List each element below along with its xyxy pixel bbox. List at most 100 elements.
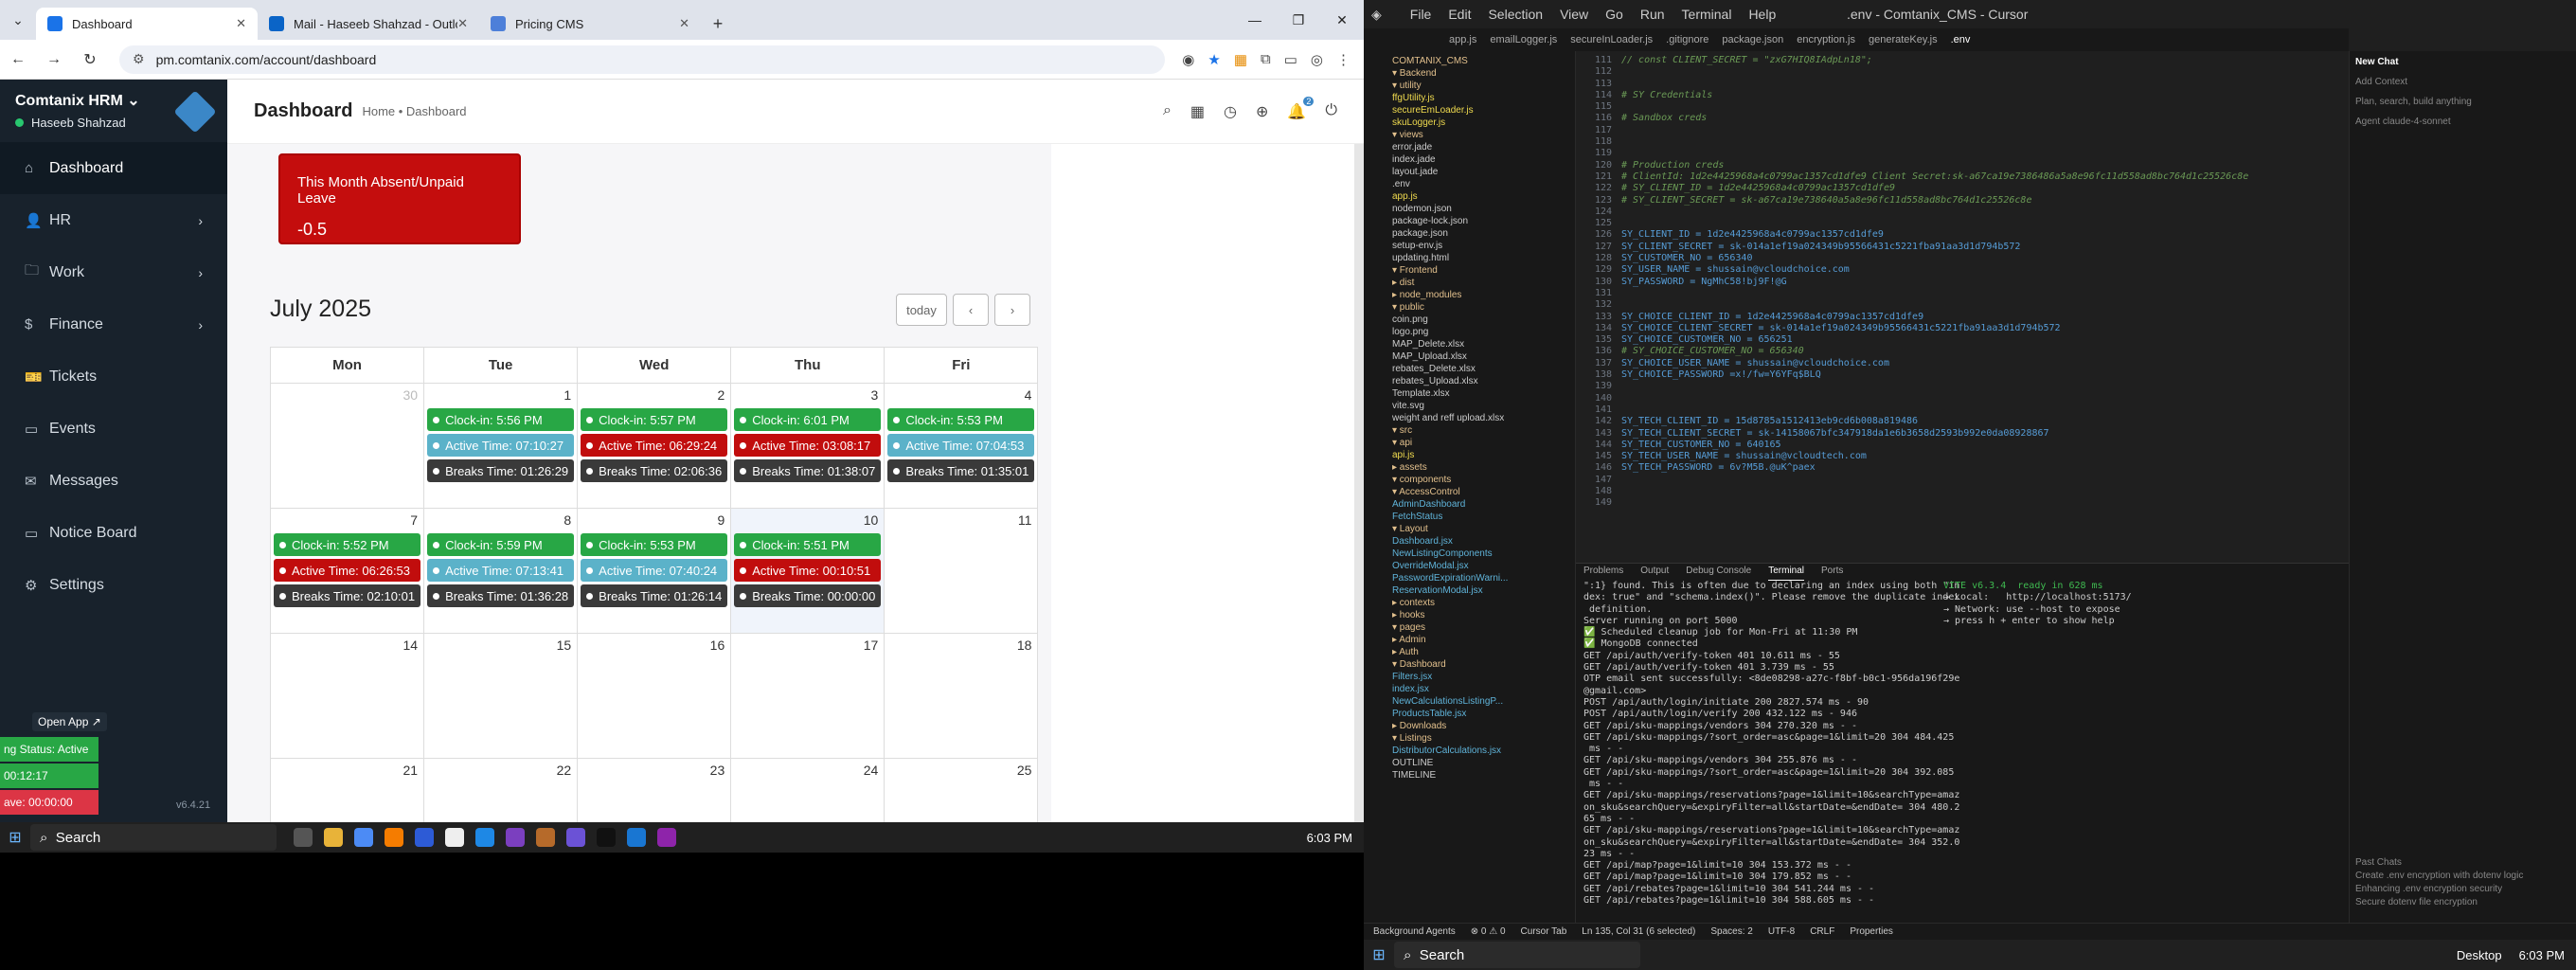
explorer-item[interactable]: FetchStatus: [1392, 511, 1569, 523]
sidebar-item-tickets[interactable]: 🎫 Tickets: [0, 350, 227, 403]
new-tab-button[interactable]: +: [701, 8, 735, 40]
explorer-item[interactable]: app.js: [1392, 190, 1569, 203]
menu-icon[interactable]: ⋮: [1336, 51, 1351, 68]
sidebar-item-notice-board[interactable]: ▭ Notice Board: [0, 507, 227, 559]
explorer-item[interactable]: logo.png: [1392, 326, 1569, 338]
status-item[interactable]: Cursor Tab: [1521, 926, 1567, 937]
explorer-item[interactable]: OUTLINE: [1392, 757, 1569, 769]
explorer-item[interactable]: weight and reff upload.xlsx: [1392, 412, 1569, 424]
teams-icon[interactable]: [566, 828, 585, 847]
explorer-item[interactable]: TIMELINE: [1392, 769, 1569, 781]
calendar-day[interactable]: 10 Clock-in: 5:51 PM Active Time: 00:10:51…: [730, 508, 886, 634]
grid-icon[interactable]: ▦: [1190, 102, 1205, 121]
status-item[interactable]: Ln 135, Col 31 (6 selected): [1582, 926, 1695, 937]
status-item[interactable]: ⊗ 0 ⚠ 0: [1471, 926, 1506, 937]
taskbar-clock[interactable]: 6:03 PM: [2519, 948, 2565, 962]
browser-tab[interactable]: Pricing CMS ✕: [479, 8, 701, 40]
prev-month-button[interactable]: ‹: [953, 294, 989, 326]
explorer-item[interactable]: ▾ Listings: [1392, 732, 1569, 745]
explorer-item[interactable]: OverrideModal.jsx: [1392, 560, 1569, 572]
code-editor[interactable]: 111// const CLIENT_SECRET = "zxG7HIQ8IAd…: [1576, 51, 2349, 563]
calendar-event[interactable]: Active Time: 06:29:24: [581, 434, 728, 457]
status-item[interactable]: Spaces: 2: [1710, 926, 1752, 937]
status-item[interactable]: Properties: [1850, 926, 1893, 937]
explorer-item[interactable]: MAP_Delete.xlsx: [1392, 338, 1569, 350]
vscode-icon[interactable]: [475, 828, 494, 847]
calendar-day[interactable]: 18: [884, 633, 1039, 759]
explorer-item[interactable]: vite.svg: [1392, 400, 1569, 412]
explorer-item[interactable]: ▾ views: [1392, 129, 1569, 141]
explorer-item[interactable]: ▾ src: [1392, 424, 1569, 437]
explorer-item[interactable]: package-lock.json: [1392, 215, 1569, 227]
calendar-day[interactable]: 21: [269, 758, 425, 822]
past-chat-item[interactable]: Create .env encryption with dotenv logic: [2355, 870, 2523, 883]
explorer-item[interactable]: ▸ node_modules: [1392, 289, 1569, 301]
terminal-backend[interactable]: ":1} found. This is often due to declari…: [1583, 581, 1959, 907]
status-item[interactable]: CRLF: [1810, 926, 1834, 937]
sidebar-item-settings[interactable]: ⚙ Settings: [0, 559, 227, 611]
calendar-event[interactable]: Breaks Time: 01:26:29: [427, 459, 575, 482]
chat-input[interactable]: Plan, search, build anything: [2355, 97, 2570, 107]
calendar-day[interactable]: 3 Clock-in: 6:01 PM Active Time: 03:08:17 B…: [730, 383, 886, 509]
calendar-event[interactable]: Clock-in: 5:51 PM: [734, 533, 882, 556]
menu-item[interactable]: File: [1410, 7, 1432, 22]
editor-tab[interactable]: encryption.js: [1797, 34, 1855, 45]
task-view-icon[interactable]: [294, 828, 313, 847]
explorer-item[interactable]: COMTANIX_CMS: [1392, 55, 1569, 67]
explorer-item[interactable]: rebates_Delete.xlsx: [1392, 363, 1569, 375]
chevron-down-icon[interactable]: ⌄: [127, 93, 139, 109]
explorer-item[interactable]: ▸ assets: [1392, 461, 1569, 474]
search-icon[interactable]: ⌕: [1163, 102, 1172, 121]
explorer-item[interactable]: ReservationModal.jsx: [1392, 584, 1569, 597]
explorer-item[interactable]: nodemon.json: [1392, 203, 1569, 215]
terminal-frontend[interactable]: VITE v6.3.4 ready in 628 ms → Local: http…: [1943, 581, 2265, 907]
past-chat-item[interactable]: Secure dotenv file encryption: [2355, 896, 2523, 909]
explorer-item[interactable]: ▸ hooks: [1392, 609, 1569, 621]
calendar-day[interactable]: 11: [884, 508, 1039, 634]
status-item[interactable]: Background Agents: [1373, 926, 1456, 937]
editor-tab[interactable]: generateKey.js: [1869, 34, 1938, 45]
open-app-button[interactable]: Open App ↗: [32, 712, 107, 731]
minimize-icon[interactable]: —: [1233, 0, 1277, 40]
calendar-event[interactable]: Active Time: 03:08:17: [734, 434, 882, 457]
editor-tab[interactable]: package.json: [1722, 34, 1783, 45]
editor-tab[interactable]: .env: [1951, 34, 1971, 45]
calendar-event[interactable]: Active Time: 07:04:53: [887, 434, 1035, 457]
explorer-item[interactable]: ▾ public: [1392, 301, 1569, 314]
calendar-day[interactable]: 22: [423, 758, 579, 822]
browser-tab[interactable]: Mail - Haseeb Shahzad - Outlo ✕: [258, 8, 479, 40]
explorer-item[interactable]: ffgUtility.js: [1392, 92, 1569, 104]
desktop-label[interactable]: Desktop: [2457, 948, 2502, 962]
bell-icon[interactable]: 🔔 2: [1287, 96, 1315, 121]
next-month-button[interactable]: ›: [994, 294, 1030, 326]
add-context-button[interactable]: Add Context: [2355, 77, 2570, 87]
panel-tab[interactable]: Terminal: [1768, 566, 1805, 581]
editor-tab[interactable]: app.js: [1449, 34, 1476, 45]
panel-tab[interactable]: Problems: [1583, 566, 1623, 581]
explorer-item[interactable]: ▾ Dashboard: [1392, 658, 1569, 671]
menu-item[interactable]: Help: [1748, 7, 1776, 22]
calendar-day[interactable]: 16: [577, 633, 732, 759]
calendar-event[interactable]: Breaks Time: 01:38:07: [734, 459, 882, 482]
file-explorer-icon[interactable]: [324, 828, 343, 847]
windows-start-icon[interactable]: ⊞: [1364, 945, 1394, 964]
taskbar-clock[interactable]: 6:03 PM: [1307, 831, 1352, 845]
explorer-item[interactable]: ▾ api: [1392, 437, 1569, 449]
calendar-event[interactable]: Active Time: 00:10:51: [734, 559, 882, 582]
explorer-item[interactable]: ▸ contexts: [1392, 597, 1569, 609]
explorer-item[interactable]: PasswordExpirationWarni...: [1392, 572, 1569, 584]
sidebar-item-finance[interactable]: $ Finance ›: [0, 298, 227, 350]
sidebar-item-dashboard[interactable]: ⌂ Dashboard: [0, 142, 227, 194]
explorer-item[interactable]: ▸ dist: [1392, 277, 1569, 289]
explorer-item[interactable]: ▾ utility: [1392, 80, 1569, 92]
forward-icon[interactable]: →: [36, 51, 72, 68]
explorer-item[interactable]: layout.jade: [1392, 166, 1569, 178]
close-tab-icon[interactable]: ✕: [679, 16, 689, 31]
explorer-item[interactable]: rebates_Upload.xlsx: [1392, 375, 1569, 387]
bookmark-star-icon[interactable]: ★: [1208, 51, 1220, 68]
calendar-event[interactable]: Clock-in: 5:52 PM: [274, 533, 421, 556]
explorer-item[interactable]: Filters.jsx: [1392, 671, 1569, 683]
calendar-event[interactable]: Breaks Time: 02:10:01: [274, 584, 421, 607]
explorer-item[interactable]: ▸ Downloads: [1392, 720, 1569, 732]
editor-tab[interactable]: emailLogger.js: [1490, 34, 1557, 45]
